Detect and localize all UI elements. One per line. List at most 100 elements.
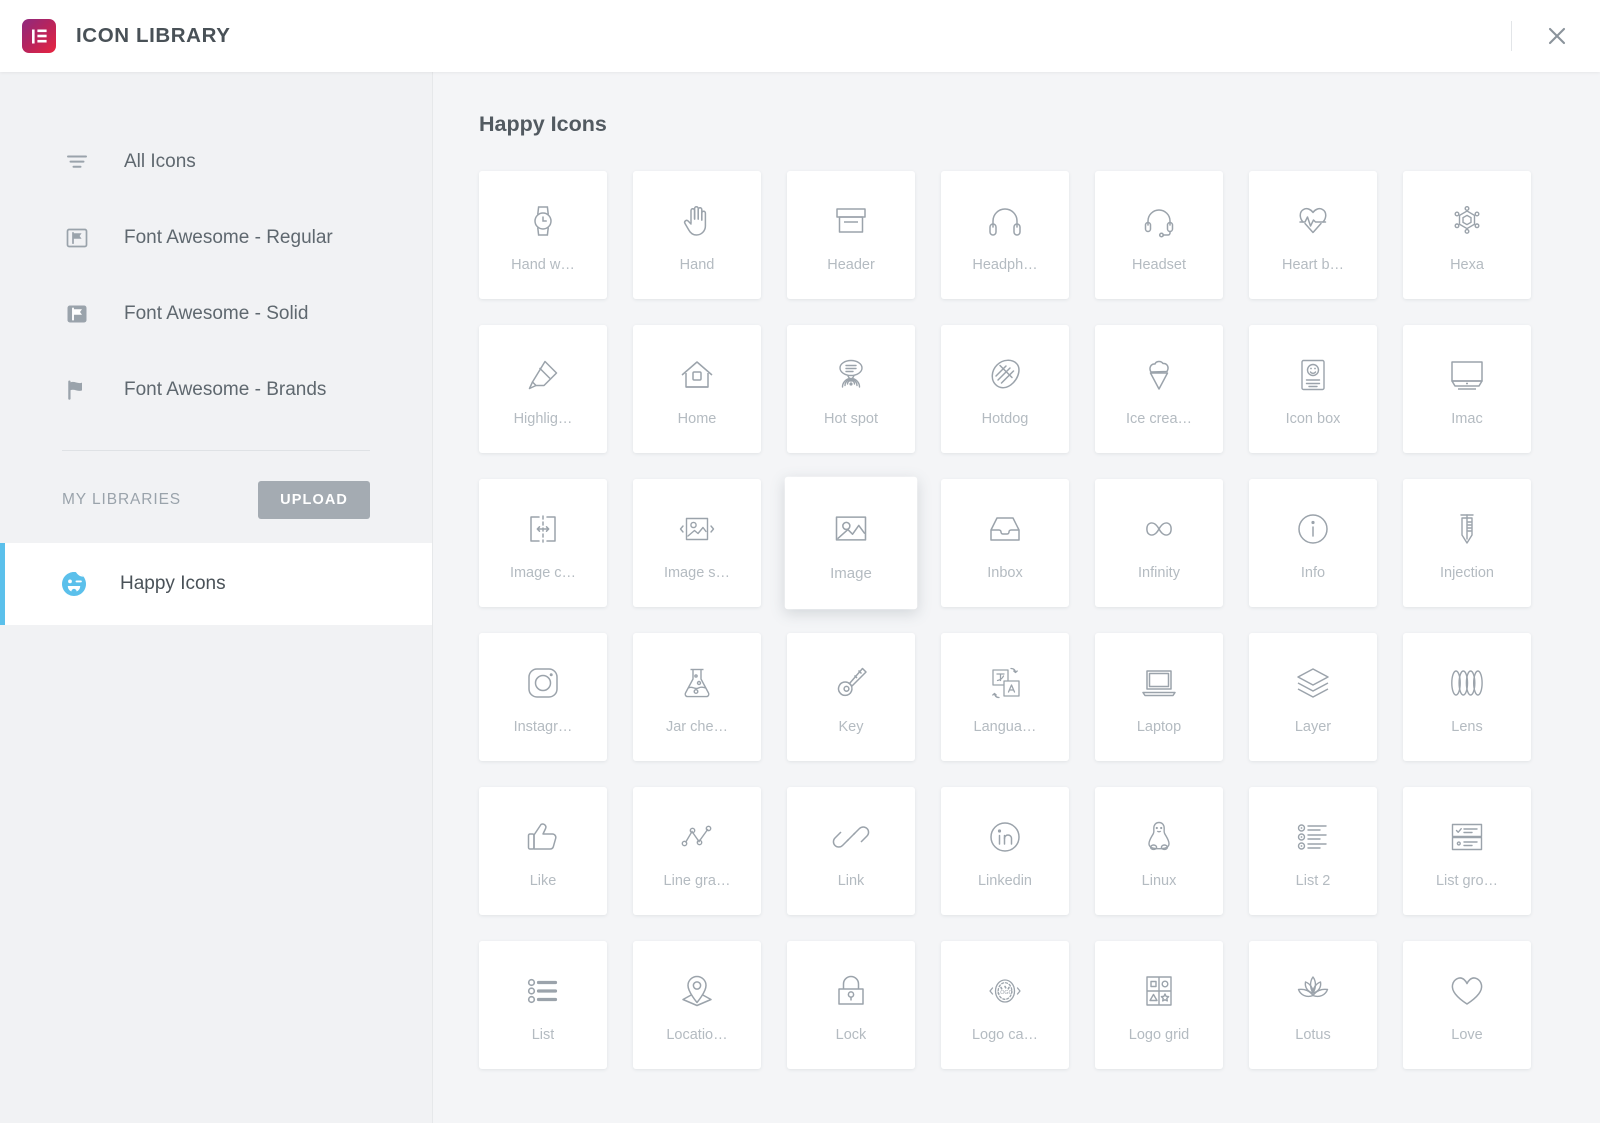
icon-tile[interactable]: Lens bbox=[1403, 633, 1531, 761]
icon-tile-label: Headset bbox=[1131, 257, 1186, 273]
page-title: ICON LIBRARY bbox=[76, 24, 231, 47]
laptop-icon bbox=[1135, 659, 1183, 707]
icon-tile[interactable]: Imac bbox=[1403, 325, 1531, 453]
my-libraries-label: MY LIBRARIES bbox=[62, 491, 182, 508]
icon-tile-label: Image bbox=[830, 565, 872, 583]
sidebar-item-font-awesome-solid[interactable]: Font Awesome - Solid bbox=[0, 276, 432, 352]
filter-icon bbox=[62, 147, 92, 177]
key-icon bbox=[827, 659, 875, 707]
icon-tile-label: Logo ca… bbox=[971, 1027, 1039, 1043]
library-title: Happy Icons bbox=[479, 112, 607, 136]
image-icon bbox=[826, 504, 876, 554]
my-libraries-header: MY LIBRARIES UPLOAD bbox=[0, 457, 432, 543]
icon-tile[interactable]: List bbox=[479, 941, 607, 1069]
icon-tile-label: Locatio… bbox=[666, 1027, 728, 1043]
icon-grid: Hand w… Hand Header Headph… Headset Hear… bbox=[433, 137, 1600, 1069]
icon-tile[interactable]: Key bbox=[787, 633, 915, 761]
icon-tile[interactable]: List 2 bbox=[1249, 787, 1377, 915]
icon-tile-label: Info bbox=[1300, 565, 1326, 581]
flag-solid-icon bbox=[62, 299, 92, 329]
icon-tile[interactable]: Linux bbox=[1095, 787, 1223, 915]
close-icon[interactable] bbox=[1542, 21, 1572, 51]
heartbeat-icon bbox=[1289, 197, 1337, 245]
icon-tile[interactable]: Highlig… bbox=[479, 325, 607, 453]
icon-tile[interactable]: Headset bbox=[1095, 171, 1223, 299]
icon-tile[interactable]: Hotdog bbox=[941, 325, 1069, 453]
app-header: ICON LIBRARY bbox=[0, 0, 1600, 72]
image-slider-icon bbox=[673, 505, 721, 553]
icon-tile[interactable]: Info bbox=[1249, 479, 1377, 607]
icon-tile[interactable]: Ice crea… bbox=[1095, 325, 1223, 453]
brand: ICON LIBRARY bbox=[0, 19, 231, 53]
icon-tile[interactable]: Link bbox=[787, 787, 915, 915]
icon-tile-label: Line gra… bbox=[663, 873, 731, 889]
icon-tile-label: Hand w… bbox=[511, 257, 575, 273]
sidebar-item-font-awesome-brands[interactable]: Font Awesome - Brands bbox=[0, 352, 432, 428]
icon-tile[interactable]: Like bbox=[479, 787, 607, 915]
header-actions bbox=[1511, 0, 1600, 72]
header-divider bbox=[1511, 21, 1512, 51]
icon-tile[interactable]: Lotus bbox=[1249, 941, 1377, 1069]
icon-tile[interactable]: Heart b… bbox=[1249, 171, 1377, 299]
upload-button[interactable]: UPLOAD bbox=[258, 481, 370, 519]
icon-tile[interactable]: Love bbox=[1403, 941, 1531, 1069]
icon-tile[interactable]: Lock bbox=[787, 941, 915, 1069]
icon-tile[interactable]: Hand w… bbox=[479, 171, 607, 299]
sidebar-item-all-icons[interactable]: All Icons bbox=[0, 124, 432, 200]
icon-tile[interactable]: Icon box bbox=[1249, 325, 1377, 453]
icon-tile[interactable]: LOGO Logo ca… bbox=[941, 941, 1069, 1069]
icon-tile[interactable]: Locatio… bbox=[633, 941, 761, 1069]
icon-tile-label: Infinity bbox=[1138, 565, 1180, 581]
icon-tile[interactable]: Headph… bbox=[941, 171, 1069, 299]
icon-tile[interactable]: Image bbox=[784, 476, 918, 610]
link-icon bbox=[827, 813, 875, 861]
icon-tile-label: Imac bbox=[1451, 411, 1483, 427]
icon-tile[interactable]: Hexa bbox=[1403, 171, 1531, 299]
icon-tile[interactable]: Header bbox=[787, 171, 915, 299]
icon-tile[interactable]: Home bbox=[633, 325, 761, 453]
icon-tile-label: Icon box bbox=[1285, 411, 1341, 427]
icon-tile[interactable]: Image c… bbox=[479, 479, 607, 607]
flag-regular-icon bbox=[62, 223, 92, 253]
icon-tile-label: List gro… bbox=[1435, 873, 1499, 889]
sidebar: All Icons Font Awesome - Regular Font Aw… bbox=[0, 72, 433, 1123]
injection-icon bbox=[1443, 505, 1491, 553]
icon-tile[interactable]: Laptop bbox=[1095, 633, 1223, 761]
icon-tile[interactable]: List gro… bbox=[1403, 787, 1531, 915]
elementor-logo-icon bbox=[22, 19, 56, 53]
icon-tile-label: Langua… bbox=[973, 719, 1037, 735]
icon-tile[interactable]: Hot spot bbox=[787, 325, 915, 453]
icon-tile-label: Linux bbox=[1141, 873, 1177, 889]
icon-tile[interactable]: Instagr… bbox=[479, 633, 607, 761]
icon-tile-label: List 2 bbox=[1295, 873, 1331, 889]
icon-tile[interactable]: Injection bbox=[1403, 479, 1531, 607]
icon-tile[interactable]: Line gra… bbox=[633, 787, 761, 915]
icon-tile[interactable]: Logo grid bbox=[1095, 941, 1223, 1069]
sidebar-item-font-awesome-regular[interactable]: Font Awesome - Regular bbox=[0, 200, 432, 276]
icon-tile-label: Like bbox=[529, 873, 557, 889]
list-2-icon bbox=[1289, 813, 1337, 861]
icon-tile-label: Image s… bbox=[663, 565, 731, 581]
icon-tile[interactable]: Layer bbox=[1249, 633, 1377, 761]
inbox-icon bbox=[981, 505, 1029, 553]
icon-tile-label: Layer bbox=[1294, 719, 1332, 735]
sidebar-item-happy-icons[interactable]: Happy Icons bbox=[0, 543, 432, 625]
icon-tile[interactable]: Hand bbox=[633, 171, 761, 299]
dialog-body: All Icons Font Awesome - Regular Font Aw… bbox=[0, 72, 1600, 1123]
sidebar-nav: All Icons Font Awesome - Regular Font Aw… bbox=[0, 72, 432, 428]
icon-tile-label: Link bbox=[837, 873, 865, 889]
icon-tile[interactable]: Inbox bbox=[941, 479, 1069, 607]
icon-tile[interactable]: Jar che… bbox=[633, 633, 761, 761]
icon-tile[interactable]: Infinity bbox=[1095, 479, 1223, 607]
icon-tile[interactable]: Langua… bbox=[941, 633, 1069, 761]
line-graph-icon bbox=[673, 813, 721, 861]
linux-icon bbox=[1135, 813, 1183, 861]
language-icon bbox=[981, 659, 1029, 707]
icon-tile-label: Hotdog bbox=[981, 411, 1029, 427]
image-crop-icon bbox=[519, 505, 567, 553]
icon-tile-label: Ice crea… bbox=[1125, 411, 1193, 427]
icon-tile[interactable]: Linkedin bbox=[941, 787, 1069, 915]
icon-tile[interactable]: Image s… bbox=[633, 479, 761, 607]
icon-tile-label: Heart b… bbox=[1281, 257, 1345, 273]
highlighter-icon bbox=[519, 351, 567, 399]
